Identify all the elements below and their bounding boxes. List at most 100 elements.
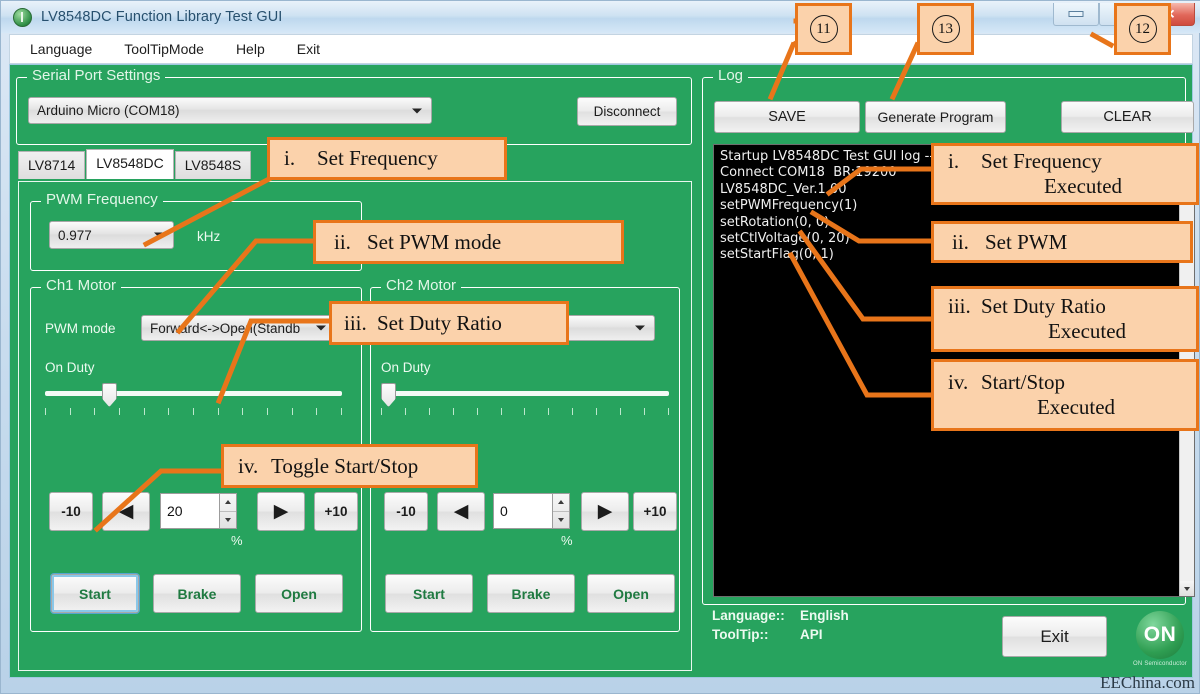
callout-text2: Executed	[1008, 174, 1122, 199]
tooltip-label: ToolTip::	[712, 627, 790, 642]
generate-program-button[interactable]: Generate Program	[865, 101, 1006, 133]
slider-thumb[interactable]	[381, 383, 396, 407]
callout-set-duty-ratio-executed: iii.Set Duty Ratio Executed	[931, 286, 1199, 352]
tab-label: LV8714	[28, 157, 75, 173]
ch2-start-button[interactable]: Start	[385, 574, 473, 613]
chevron-down-icon	[412, 108, 422, 113]
minimize-button[interactable]	[1053, 3, 1099, 26]
ch1-motor-legend: Ch1 Motor	[41, 277, 121, 294]
slider-ticks	[45, 408, 342, 415]
ch1-pwm-mode-select[interactable]: Forward<->Open(Standb	[141, 315, 336, 341]
callout-text: Start/Stop	[981, 370, 1065, 395]
ch2-plus10-label: +10	[644, 504, 667, 519]
ch2-duty-spin-buttons[interactable]	[553, 493, 570, 529]
ch1-brake-button[interactable]: Brake	[153, 574, 241, 613]
slider-thumb[interactable]	[102, 383, 117, 407]
caret-down-icon	[225, 518, 231, 522]
menu-bar: Language ToolTipMode Help Exit	[9, 34, 1193, 64]
minimize-icon	[1069, 11, 1084, 17]
language-label: Language::	[712, 608, 790, 623]
ch2-duty-stepper[interactable]: 0	[493, 493, 570, 529]
spin-up-button[interactable]	[220, 494, 236, 511]
disconnect-button[interactable]: Disconnect	[577, 97, 677, 126]
serial-port-settings-legend: Serial Port Settings	[27, 67, 165, 84]
caret-up-icon	[558, 500, 564, 504]
log-save-button[interactable]: SAVE	[714, 101, 860, 133]
badge-11-label: 11	[810, 15, 838, 43]
log-clear-label: CLEAR	[1103, 109, 1151, 125]
ch1-open-button[interactable]: Open	[255, 574, 343, 613]
on-logo-disc: ON	[1136, 611, 1184, 659]
ch1-duty-input[interactable]: 20	[160, 493, 220, 529]
scroll-down-button[interactable]	[1180, 581, 1195, 596]
callout-set-duty-ratio: iii. Set Duty Ratio	[329, 301, 569, 345]
ch2-percent-label: %	[561, 533, 573, 548]
badge-11: 11	[795, 3, 852, 55]
callout-text2: Executed	[1004, 319, 1126, 344]
spin-down-button[interactable]	[220, 511, 236, 529]
serial-port-select[interactable]: Arduino Micro (COM18)	[28, 97, 432, 124]
caret-down-icon	[558, 518, 564, 522]
ch1-duty-spin-buttons[interactable]	[220, 493, 237, 529]
log-clear-button[interactable]: CLEAR	[1061, 101, 1194, 133]
ch1-duty-stepper[interactable]: 20	[160, 493, 237, 529]
callout-set-pwm-executed: ii.Set PWM	[931, 221, 1193, 263]
log-save-label: SAVE	[768, 109, 806, 125]
right-arrow-icon: ▶	[274, 500, 289, 523]
slider-track	[45, 391, 342, 396]
slider-track	[381, 391, 669, 396]
ch2-open-button[interactable]: Open	[587, 574, 675, 613]
ch1-plus10-label: +10	[325, 504, 348, 519]
language-value: English	[800, 608, 849, 623]
app-icon	[13, 8, 32, 27]
ch1-duty-slider[interactable]	[45, 383, 342, 417]
ch1-duty-value: 20	[167, 503, 183, 519]
ch1-plus10-button[interactable]: +10	[314, 492, 358, 531]
exit-label: Exit	[1040, 627, 1068, 647]
ch1-minus10-button[interactable]: -10	[49, 492, 93, 531]
on-logo-subtitle: ON Semiconductor	[1128, 661, 1192, 667]
ch1-increment-button[interactable]: ▶	[257, 492, 305, 531]
callout-num: ii.	[952, 230, 976, 255]
ch2-decrement-button[interactable]: ◀	[437, 492, 485, 531]
ch2-on-duty-label: On Duty	[381, 360, 431, 375]
ch1-start-button[interactable]: Start	[51, 574, 139, 613]
tooltip-value: API	[800, 627, 823, 642]
menu-item-help[interactable]: Help	[224, 37, 277, 61]
pwm-frequency-value: 0.977	[50, 228, 92, 243]
tab-lv8548s[interactable]: LV8548S	[175, 151, 252, 179]
left-arrow-icon: ◀	[454, 500, 469, 523]
ch2-increment-button[interactable]: ▶	[581, 492, 629, 531]
spin-down-button[interactable]	[553, 511, 569, 529]
tab-lv8548dc[interactable]: LV8548DC	[86, 149, 173, 179]
callout-num: ii.	[334, 230, 358, 255]
ch1-decrement-button[interactable]: ◀	[102, 492, 150, 531]
ch1-pwm-mode-value: Forward<->Open(Standb	[142, 321, 300, 336]
callout-num: iii.	[344, 311, 368, 336]
tab-label: LV8548DC	[96, 155, 163, 171]
ch2-brake-button[interactable]: Brake	[487, 574, 575, 613]
callout-text: Set Duty Ratio	[377, 311, 502, 336]
ch2-minus10-button[interactable]: -10	[384, 492, 428, 531]
tab-lv8714[interactable]: LV8714	[18, 151, 85, 179]
ch2-brake-label: Brake	[512, 586, 551, 602]
pwm-frequency-select[interactable]: 0.977	[49, 221, 174, 249]
menu-item-language[interactable]: Language	[18, 37, 104, 61]
ch2-duty-input[interactable]: 0	[493, 493, 553, 529]
app-window: LV8548DC Function Library Test GUI ✕ Lan…	[0, 0, 1200, 694]
window-title: LV8548DC Function Library Test GUI	[41, 9, 282, 25]
badge-12-label: 12	[1129, 15, 1157, 43]
ch2-duty-slider[interactable]	[381, 383, 669, 417]
callout-set-pwm-mode: ii.Set PWM mode	[313, 220, 624, 264]
ch2-plus10-button[interactable]: +10	[633, 492, 677, 531]
on-semiconductor-logo: ON ON Semiconductor	[1128, 611, 1192, 667]
callout-num: iv.	[238, 454, 262, 479]
serial-port-settings-group: Serial Port Settings Arduino Micro (COM1…	[16, 77, 692, 145]
menu-item-exit[interactable]: Exit	[285, 37, 332, 61]
caret-up-icon	[225, 500, 231, 504]
caret-down-icon	[1184, 587, 1190, 591]
spin-up-button[interactable]	[553, 494, 569, 511]
menu-item-tooltipmode[interactable]: ToolTipMode	[112, 37, 216, 61]
badge-13: 13	[917, 3, 974, 55]
exit-button[interactable]: Exit	[1002, 616, 1107, 657]
